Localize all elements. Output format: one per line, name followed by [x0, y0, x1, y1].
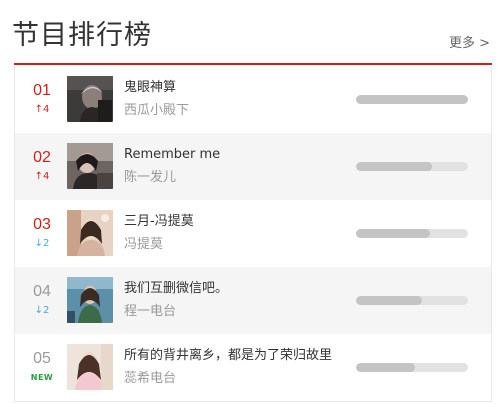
ranking-row[interactable]: 01 ↑4 鬼眼神算 西瓜小殿下: [15, 66, 491, 133]
popularity-fill: [356, 296, 423, 305]
ranking-list: 01 ↑4 鬼眼神算 西瓜小殿下 02 ↑4 Remember me 陈一发儿 …: [14, 66, 492, 402]
artist-name[interactable]: 冯提莫: [124, 236, 163, 254]
song-title[interactable]: 三月-冯提莫: [124, 213, 194, 231]
trend-indicator: ↑4: [29, 104, 55, 116]
popularity-bar: [356, 296, 468, 305]
ranking-row[interactable]: 04 ↓2 我们互删微信吧。 程一电台: [15, 267, 491, 334]
cover-image[interactable]: [67, 277, 113, 323]
cover-image[interactable]: [67, 143, 113, 189]
arrow-up-icon: ↑: [34, 104, 43, 115]
song-title[interactable]: 我们互删微信吧。: [124, 280, 228, 298]
rank-number: 02: [33, 149, 51, 166]
artist-name[interactable]: 陈一发儿: [124, 169, 176, 187]
artist-name[interactable]: 蕊希电台: [124, 370, 176, 388]
song-title[interactable]: 鬼眼神算: [124, 79, 176, 97]
arrow-down-icon: ↓: [34, 238, 43, 249]
arrow-down-icon: ↓: [34, 305, 43, 316]
new-badge: NEW: [30, 373, 54, 382]
ranking-row[interactable]: 05 NEW 所有的背井离乡，都是为了荣归故里 蕊希电台: [15, 334, 491, 401]
cover-image[interactable]: [67, 344, 113, 390]
trend-indicator: ↑4: [29, 171, 55, 183]
cover-image[interactable]: [67, 210, 113, 256]
popularity-bar: [356, 363, 468, 372]
rank-number: 01: [33, 82, 51, 99]
cover-image[interactable]: [67, 76, 113, 122]
ranking-row[interactable]: 03 ↓2 三月-冯提莫 冯提莫: [15, 200, 491, 267]
song-title[interactable]: Remember me: [124, 146, 220, 164]
artist-name[interactable]: 西瓜小殿下: [124, 102, 189, 120]
song-title[interactable]: 所有的背井离乡，都是为了荣归故里: [124, 347, 332, 365]
popularity-bar: [356, 162, 468, 171]
arrow-up-icon: ↑: [34, 171, 43, 182]
rank-number: 03: [33, 216, 51, 233]
popularity-fill: [356, 229, 430, 238]
popularity-fill: [356, 95, 468, 104]
rank-number: 05: [33, 350, 51, 367]
rank-number: 04: [33, 283, 51, 300]
ranking-row[interactable]: 02 ↑4 Remember me 陈一发儿: [15, 133, 491, 200]
trend-count: 4: [43, 104, 50, 115]
page-title: 节目排行榜: [12, 20, 152, 51]
trend-count: 4: [43, 171, 50, 182]
popularity-fill: [356, 363, 416, 372]
more-link[interactable]: 更多 >: [449, 34, 490, 54]
trend-count: 2: [43, 238, 50, 249]
trend-indicator: ↓2: [29, 238, 55, 250]
header-divider: [14, 63, 492, 65]
popularity-bar: [356, 95, 468, 104]
page-header: 节目排行榜 更多 >: [0, 0, 504, 66]
trend-count: 2: [43, 305, 50, 316]
trend-indicator: ↓2: [29, 305, 55, 317]
popularity-bar: [356, 229, 468, 238]
popularity-fill: [356, 162, 433, 171]
artist-name[interactable]: 程一电台: [124, 303, 176, 321]
